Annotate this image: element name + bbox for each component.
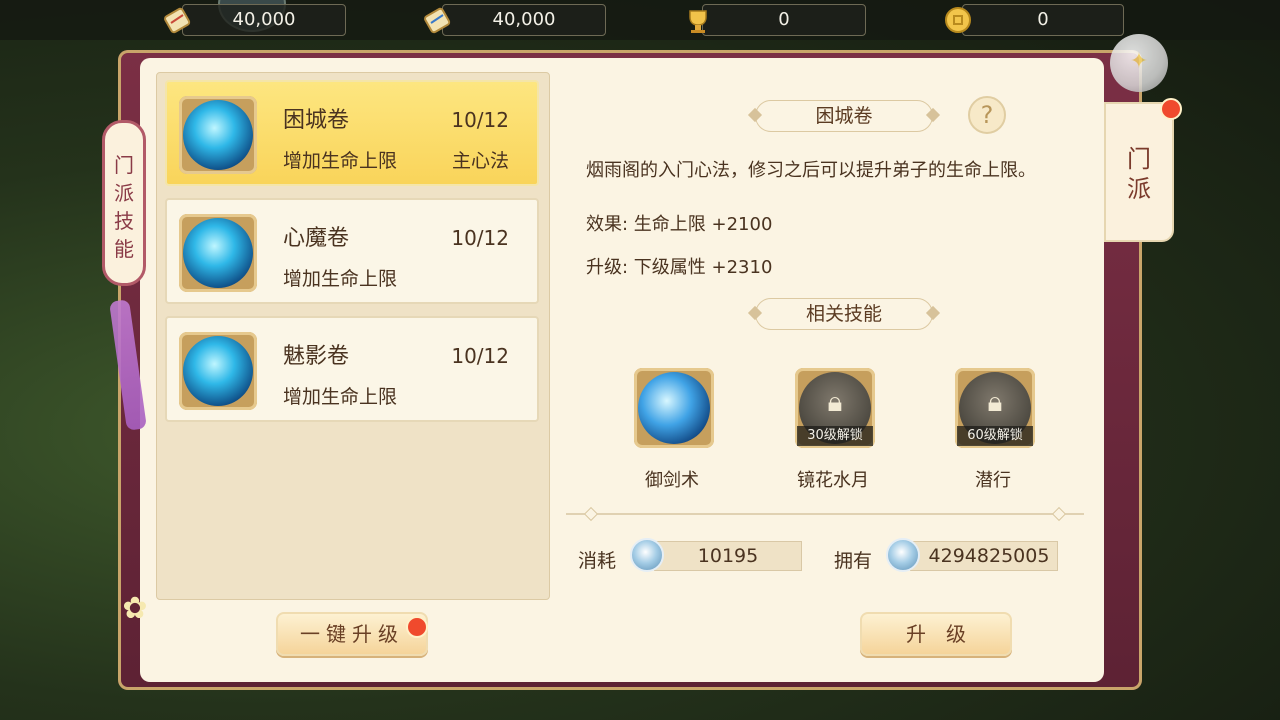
related-skill-yujianshu[interactable] [634,368,714,448]
own-label: 拥有 [834,550,873,572]
skill-tag: 主心法 [451,150,509,172]
skill-icon [179,332,257,410]
resource-value: 0 [1037,9,1049,30]
skill-desc: 增加生命上限 [283,386,398,408]
upgrade-button[interactable]: 升级 [860,612,1012,656]
resource-trophy: 0 [689,4,866,36]
silver-coin-icon [630,538,664,572]
skill-upgrade-preview: 升级: 下级属性 +2310 [586,257,773,278]
tab-sect-skills[interactable]: 门派技能 [102,120,146,286]
related-skill-name: 御剑术 [645,470,699,491]
sword-skill-icon [638,372,710,444]
button-label: 升级 [906,622,986,646]
butterfly-bubble-button[interactable]: ✦ [1110,34,1168,92]
butterfly-icon: ✦ [1129,49,1149,74]
skill-item-kuncheng[interactable]: 困城卷 增加生命上限 10/12 主心法 [165,80,539,186]
skill-desc: 增加生命上限 [283,268,398,290]
help-button[interactable]: ? [968,96,1006,134]
notification-dot [1160,98,1182,120]
cost-label: 消耗 [578,550,617,572]
skill-level: 10/12 [451,108,509,132]
cost-box: 10195 [654,541,802,571]
lock-icon: 🔒︎ [987,385,1003,418]
resource-value: 0 [778,9,790,30]
skill-intro: 烟雨阁的入门心法，修习之后可以提升弟子的生命上限。 [586,160,1036,181]
related-title-box: 相关技能 [747,298,941,330]
skill-item-meiying[interactable]: 魅影卷 增加生命上限 10/12 [165,316,539,422]
silver-coin-icon [886,538,920,572]
tab-sect[interactable]: 门派 [1104,102,1174,242]
resource-scroll-1: 40,000 [164,4,346,36]
tab-label: 门派 [1127,145,1151,203]
skill-desc: 增加生命上限 [283,150,398,172]
related-skill-name: 镜花水月 [797,470,869,491]
one-key-upgrade-button[interactable]: 一键升级 [276,612,428,656]
resource-scroll-2: 40,000 [424,4,606,36]
resource-coin: 0 [945,4,1124,36]
cost-value: 10195 [697,545,759,567]
unlock-level: 60级解锁 [957,426,1033,446]
skill-name: 困城卷 [283,108,350,133]
skill-level: 10/12 [451,226,509,250]
divider [566,506,1084,522]
related-title: 相关技能 [805,303,882,325]
own-value: 4294825005 [928,545,1050,567]
unlock-level: 30级解锁 [797,426,873,446]
flower-decoration-icon: ✿ [122,591,148,626]
resource-value: 40,000 [232,9,296,30]
skill-effect: 效果: 生命上限 +2100 [586,214,773,235]
detail-title-box: 困城卷 [747,100,941,132]
skill-level: 10/12 [451,344,509,368]
tab-label: 门派技能 [114,153,134,261]
skill-item-xinmo[interactable]: 心魔卷 增加生命上限 10/12 [165,198,539,304]
skill-icon [179,214,257,292]
related-skill-name: 潜行 [975,470,1011,491]
own-box: 4294825005 [910,541,1058,571]
skill-name: 心魔卷 [283,226,350,251]
related-skill-qianxing[interactable]: 🔒︎ 60级解锁 [955,368,1035,448]
detail-title: 困城卷 [815,105,873,127]
button-label: 一键升级 [300,622,404,646]
skill-icon [179,96,257,174]
resource-value: 40,000 [492,9,556,30]
related-skill-jinghuashuiyue[interactable]: 🔒︎ 30级解锁 [795,368,875,448]
lock-icon: 🔒︎ [827,385,843,418]
notification-dot [406,616,428,638]
skill-name: 魅影卷 [283,344,350,369]
